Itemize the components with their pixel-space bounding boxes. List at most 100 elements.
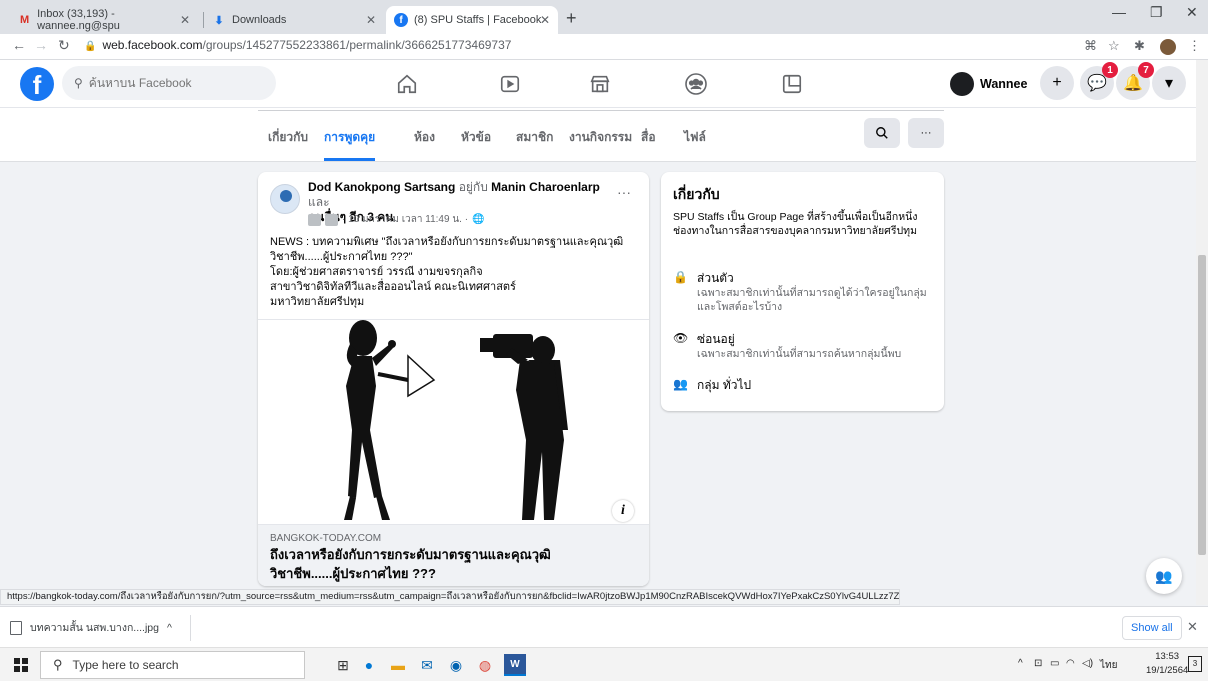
close-icon[interactable]: ✕ <box>1187 619 1198 635</box>
new-tab-button[interactable]: + <box>566 8 577 29</box>
new-room-button[interactable]: 👥 <box>1146 558 1182 594</box>
tab-label: Downloads <box>232 14 287 26</box>
tab-downloads[interactable]: ⬇ Downloads ✕ <box>204 6 384 34</box>
word-icon[interactable]: W <box>504 654 526 676</box>
link-preview[interactable]: BANGKOK-TODAY.COM ถึงเวลาหรือยังกับการยก… <box>258 524 649 586</box>
lock-icon: 🔒 <box>84 41 97 52</box>
task-view-icon[interactable]: ⊞ <box>332 654 354 676</box>
privacy-row: 🔒 ส่วนตัว เฉพาะสมาชิกเท่านั้นที่สามารถดู… <box>673 269 935 317</box>
search-input[interactable] <box>88 76 259 90</box>
file-explorer-icon[interactable]: ▬ <box>387 654 409 676</box>
tab-discussion[interactable]: การพูดคุย <box>324 128 376 161</box>
file-icon <box>10 620 22 635</box>
post-text: NEWS : บทความพิเศษ "ถึงเวลาหรือยังกับการ… <box>270 235 640 310</box>
people-plus-icon: 👥 <box>1155 567 1173 584</box>
chat-icon <box>325 213 338 226</box>
group-nav: เกี่ยวกับ การพูดคุย ห้อง หัวข้อ สมาชิก ง… <box>0 108 1196 162</box>
close-icon[interactable]: ✕ <box>366 13 376 27</box>
tab-events[interactable]: งานกิจกรรม <box>569 128 632 147</box>
messenger-badge: 1 <box>1102 62 1118 78</box>
tab-rooms[interactable]: ห้อง <box>414 128 435 147</box>
facebook-search[interactable]: ⚲ <box>62 66 276 100</box>
download-item[interactable]: บทความสั้น นสพ.บางก....jpg ^ <box>10 619 172 636</box>
link-title-line2: วิชาชีพ......ผู้ประกาศไทย ??? <box>270 566 436 581</box>
link-title: ถึงเวลาหรือยังกับการยกระดับมาตรฐานและคุณ… <box>270 547 551 562</box>
forward-icon[interactable]: → <box>34 37 48 53</box>
address-bar: ← → ↻ 🔒 web.facebook.com/groups/145277552… <box>0 34 1208 60</box>
show-all-button[interactable]: Show all <box>1122 616 1182 640</box>
translate-icon[interactable]: ⌘ <box>1084 38 1097 54</box>
mail-icon[interactable]: ✉ <box>416 654 438 676</box>
action-center-icon[interactable]: 3 <box>1188 656 1202 672</box>
clock[interactable]: 13:53 19/1/2564 <box>1146 650 1188 678</box>
create-button[interactable]: + <box>1040 66 1074 100</box>
battery-icon[interactable]: ▭ <box>1050 658 1059 669</box>
tab-facebook[interactable]: f (8) SPU Staffs | Facebook ✕ <box>386 6 558 34</box>
page-scrollbar[interactable] <box>1196 60 1208 605</box>
window-close-button[interactable]: ✕ <box>1186 4 1198 21</box>
gaming-icon[interactable] <box>778 70 806 98</box>
maximize-button[interactable]: ❐ <box>1150 4 1163 21</box>
profile-chip[interactable]: Wannee <box>950 68 1027 100</box>
post-options-button[interactable]: ··· <box>617 184 631 200</box>
windows-start-icon[interactable] <box>14 658 28 672</box>
author-avatar[interactable] <box>270 184 300 214</box>
tab-media[interactable]: สื่อ <box>641 128 656 147</box>
with-text: อยู่กับ <box>458 180 488 194</box>
tray-chevron-icon[interactable]: ^ <box>1018 658 1023 669</box>
notifications-button[interactable]: 🔔 7 <box>1116 62 1154 100</box>
groups-icon[interactable] <box>682 70 710 98</box>
post-image[interactable] <box>258 319 649 524</box>
tagged-name[interactable]: Manin Charoenlarp <box>491 180 600 194</box>
caret-down-icon: ▾ <box>1164 75 1174 92</box>
post-meta: · 10 มกราคม เวลา 11:49 น. · 🌐 <box>308 212 485 227</box>
menu-icon[interactable]: ⋮ <box>1188 38 1201 54</box>
downloads-bar: บทความสั้น นสพ.บางก....jpg ^ Show all ✕ <box>0 606 1208 647</box>
close-icon[interactable]: ✕ <box>540 13 550 27</box>
status-bar-url: https://bangkok-today.com/ถึงเวลาหรือยัง… <box>0 589 900 605</box>
star-icon[interactable]: ☆ <box>1108 38 1120 54</box>
facebook-icon: f <box>394 13 408 27</box>
visibility-subtitle: เฉพาะสมาชิกเท่านั้นที่สามารถค้นหากลุ่มนี… <box>697 348 902 360</box>
chrome-icon[interactable]: ◍ <box>474 654 496 676</box>
wifi-icon[interactable]: ◠ <box>1066 658 1075 669</box>
watch-icon[interactable] <box>496 70 524 98</box>
post-line: โดย:ผู้ช่วยศาสตราจารย์ วรรณี งามขจรกุลกิ… <box>270 266 483 278</box>
home-icon[interactable] <box>393 70 421 98</box>
volume-icon[interactable]: ◁) <box>1082 658 1093 669</box>
language-indicator[interactable]: ไทย <box>1100 658 1117 673</box>
chevron-up-icon[interactable]: ^ <box>167 622 172 634</box>
network-icon[interactable]: ⊡ <box>1034 658 1042 669</box>
back-icon[interactable]: ← <box>12 37 26 53</box>
app-icon[interactable]: ◉ <box>445 654 467 676</box>
extensions-icon[interactable]: ✱ <box>1134 38 1145 54</box>
taskbar-search[interactable]: ⚲ Type here to search <box>40 651 305 679</box>
info-button[interactable]: i <box>612 500 634 522</box>
profile-avatar[interactable] <box>1160 39 1176 55</box>
account-menu-button[interactable]: ▾ <box>1152 66 1186 100</box>
facebook-logo-icon[interactable]: f <box>20 67 54 101</box>
hidden-eye-icon: 👁 <box>673 331 689 345</box>
group-type: กลุ่ม ทั่วไป <box>697 378 752 392</box>
url-field[interactable]: 🔒 web.facebook.com/groups/145277552233861… <box>84 38 511 52</box>
tab-gmail[interactable]: M Inbox (33,193) - wannee.ng@spu ✕ <box>10 6 198 34</box>
notification-badge: 7 <box>1138 62 1154 78</box>
post-time[interactable]: · 10 มกราคม เวลา 11:49 น. · <box>342 212 468 227</box>
tab-topics[interactable]: หัวข้อ <box>461 128 491 147</box>
reload-icon[interactable]: ↻ <box>58 37 70 54</box>
minimize-button[interactable]: — <box>1112 4 1126 20</box>
tab-about[interactable]: เกี่ยวกับ <box>268 128 308 147</box>
visibility-row: 👁 ซ่อนอยู่ เฉพาะสมาชิกเท่านั้นที่สามารถค… <box>673 330 935 364</box>
group-search-button[interactable] <box>864 118 900 148</box>
tab-members[interactable]: สมาชิก <box>516 128 553 147</box>
marketplace-icon[interactable] <box>586 70 614 98</box>
close-icon[interactable]: ✕ <box>180 13 190 27</box>
group-more-button[interactable]: ··· <box>908 118 944 148</box>
about-card: เกี่ยวกับ SPU Staffs เป็น Group Page ที่… <box>661 172 944 411</box>
tab-files[interactable]: ไฟล์ <box>684 128 706 147</box>
messenger-button[interactable]: 💬 1 <box>1080 62 1118 100</box>
scrollbar-thumb[interactable] <box>1198 255 1206 555</box>
author-name[interactable]: Dod Kanokpong Sartsang <box>308 180 455 194</box>
edge-icon[interactable]: ● <box>358 654 380 676</box>
privacy-subtitle: เฉพาะสมาชิกเท่านั้นที่สามารถดูได้ว่าใครอ… <box>697 287 927 313</box>
